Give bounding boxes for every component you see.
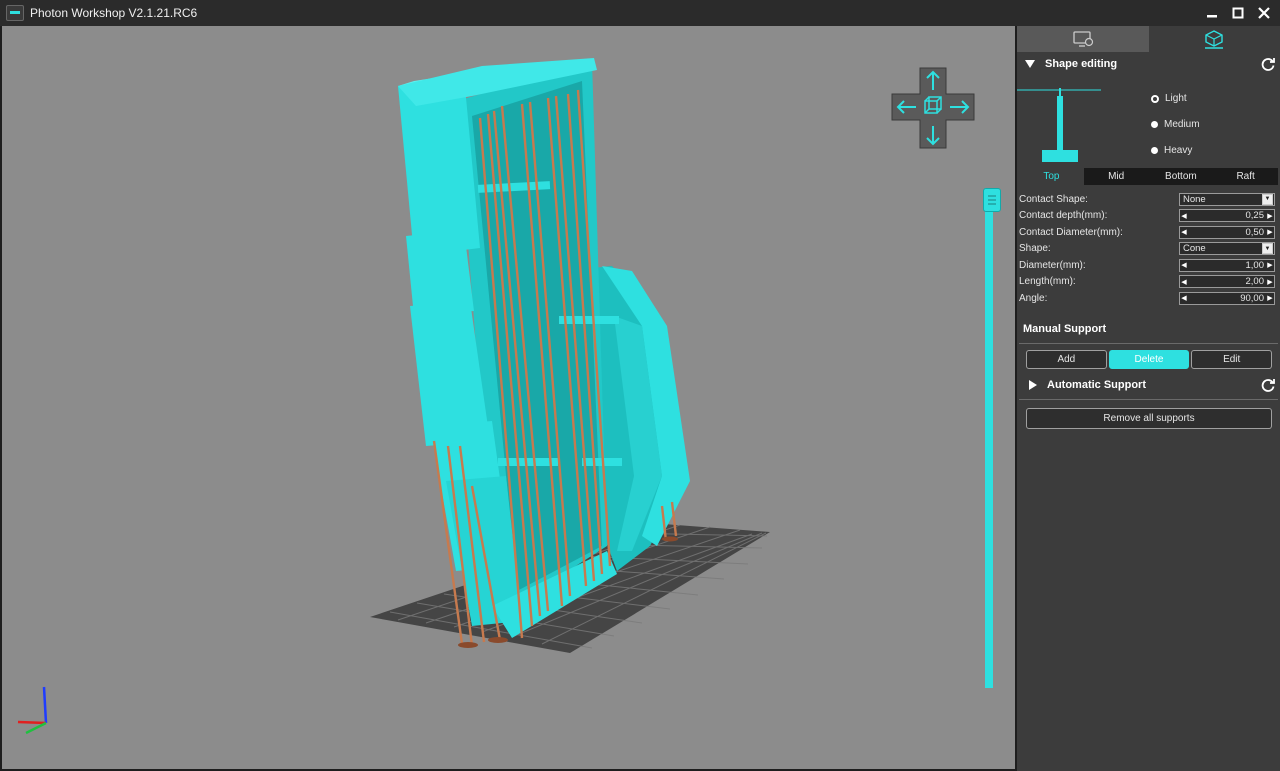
param-length: Length(mm): ◀ 2,00 ▶: [1017, 274, 1280, 291]
shape-params: Contact Shape: None ▼ Contact depth(mm):…: [1017, 191, 1280, 307]
right-panel: Shape editing Light Medium Heavy Top Mid…: [1017, 26, 1280, 771]
spin-value[interactable]: 2,00: [1188, 276, 1266, 287]
param-contact-shape: Contact Shape: None ▼: [1017, 191, 1280, 208]
refresh-icon[interactable]: [1260, 377, 1276, 393]
maximize-icon[interactable]: [1230, 5, 1246, 21]
collapse-arrow-icon[interactable]: [1025, 60, 1035, 68]
select-value: None: [1183, 193, 1206, 205]
print-settings-icon: [1073, 31, 1093, 47]
increment-icon[interactable]: ▶: [1266, 278, 1274, 286]
param-diameter: Diameter(mm): ◀ 1,00 ▶: [1017, 257, 1280, 274]
remove-all-supports-button[interactable]: Remove all supports: [1026, 407, 1272, 429]
tab-print-settings[interactable]: [1017, 26, 1149, 52]
add-support-button[interactable]: Add: [1026, 349, 1107, 369]
chevron-down-icon[interactable]: ▼: [1262, 193, 1273, 205]
contact-depth-spinbox[interactable]: ◀ 0,25 ▶: [1179, 209, 1275, 223]
increment-icon[interactable]: ▶: [1266, 228, 1274, 236]
tab-mid[interactable]: Mid: [1084, 168, 1149, 185]
window-title: Photon Workshop V2.1.21.RC6: [30, 6, 198, 20]
decrement-icon[interactable]: ◀: [1180, 261, 1188, 269]
delete-support-button[interactable]: Delete: [1108, 349, 1190, 369]
shape-editing-title: Shape editing: [1045, 58, 1118, 70]
decrement-icon[interactable]: ◀: [1180, 294, 1188, 302]
preset-medium-label: Medium: [1164, 119, 1200, 130]
3d-viewport[interactable]: [2, 26, 1015, 769]
radio-medium[interactable]: [1151, 121, 1158, 128]
layer-slider-handle[interactable]: [983, 188, 1001, 212]
spin-value[interactable]: 1,00: [1188, 260, 1266, 271]
automatic-support-header[interactable]: Automatic Support: [1017, 373, 1280, 397]
preset-light-label: Light: [1165, 93, 1187, 104]
preset-medium[interactable]: Medium: [1151, 119, 1200, 130]
minimize-icon[interactable]: [1204, 5, 1220, 21]
param-contact-diameter: Contact Diameter(mm): ◀ 0,50 ▶: [1017, 224, 1280, 241]
spin-value[interactable]: 0,50: [1188, 227, 1266, 238]
param-shape: Shape: Cone ▼: [1017, 241, 1280, 258]
param-label: Shape:: [1019, 243, 1051, 255]
automatic-support-title: Automatic Support: [1047, 378, 1146, 391]
tab-bottom[interactable]: Bottom: [1149, 168, 1214, 185]
title-bar: Photon Workshop V2.1.21.RC6: [0, 0, 1280, 26]
param-label: Length(mm):: [1019, 276, 1076, 288]
tab-raft[interactable]: Raft: [1213, 168, 1278, 185]
diameter-spinbox[interactable]: ◀ 1,00 ▶: [1179, 258, 1275, 272]
axis-gizmo-icon: [17, 686, 48, 735]
radio-heavy[interactable]: [1151, 147, 1158, 154]
contact-shape-select[interactable]: None ▼: [1179, 192, 1275, 206]
layer-slider-track[interactable]: [985, 188, 993, 688]
param-angle: Angle: ◀ 90,00 ▶: [1017, 290, 1280, 307]
scene: [370, 58, 770, 653]
refresh-icon[interactable]: [1260, 56, 1276, 72]
window-controls: [1204, 0, 1272, 26]
preset-heavy[interactable]: Heavy: [1151, 145, 1192, 156]
increment-icon[interactable]: ▶: [1266, 294, 1274, 302]
radio-light[interactable]: [1151, 94, 1159, 103]
manual-support-buttons: Add Delete Edit: [1026, 349, 1273, 369]
panel-tabs: [1017, 26, 1280, 52]
expand-arrow-icon[interactable]: [1029, 379, 1037, 390]
support-shape-preview-icon: [1017, 88, 1101, 162]
app-icon: [6, 5, 24, 21]
param-contact-depth: Contact depth(mm): ◀ 0,25 ▶: [1017, 208, 1280, 225]
view-navigation-cube[interactable]: [890, 66, 976, 152]
preset-heavy-label: Heavy: [1164, 145, 1193, 156]
tab-support[interactable]: [1148, 26, 1280, 52]
manual-support-title: Manual Support: [1023, 322, 1107, 335]
divider: [1019, 398, 1278, 400]
close-icon[interactable]: [1256, 5, 1272, 21]
param-label: Diameter(mm):: [1019, 259, 1086, 271]
preset-light[interactable]: Light: [1151, 93, 1187, 104]
decrement-icon[interactable]: ◀: [1180, 278, 1188, 286]
tab-top[interactable]: Top: [1019, 168, 1084, 185]
support-model-icon: [1205, 30, 1224, 49]
decrement-icon[interactable]: ◀: [1180, 228, 1188, 236]
spin-value[interactable]: 0,25: [1188, 210, 1266, 221]
param-label: Contact Diameter(mm):: [1019, 226, 1123, 238]
increment-icon[interactable]: ▶: [1266, 261, 1274, 269]
divider: [1019, 342, 1278, 344]
param-label: Angle:: [1019, 292, 1048, 304]
select-value: Cone: [1183, 243, 1206, 255]
contact-diameter-spinbox[interactable]: ◀ 0,50 ▶: [1179, 225, 1275, 239]
spin-value[interactable]: 90,00: [1188, 293, 1266, 304]
decrement-icon[interactable]: ◀: [1180, 212, 1188, 220]
length-spinbox[interactable]: ◀ 2,00 ▶: [1179, 275, 1275, 289]
increment-icon[interactable]: ▶: [1266, 212, 1274, 220]
edit-support-button[interactable]: Edit: [1191, 349, 1273, 369]
support-preview: Light Medium Heavy: [1017, 76, 1280, 168]
shape-select[interactable]: Cone ▼: [1179, 242, 1275, 256]
support-part-tabs: Top Mid Bottom Raft: [1019, 168, 1278, 185]
chevron-down-icon[interactable]: ▼: [1262, 243, 1273, 255]
param-label: Contact depth(mm):: [1019, 210, 1108, 222]
angle-spinbox[interactable]: ◀ 90,00 ▶: [1179, 291, 1275, 305]
param-label: Contact Shape:: [1019, 193, 1088, 205]
shape-editing-header[interactable]: Shape editing: [1017, 52, 1280, 76]
